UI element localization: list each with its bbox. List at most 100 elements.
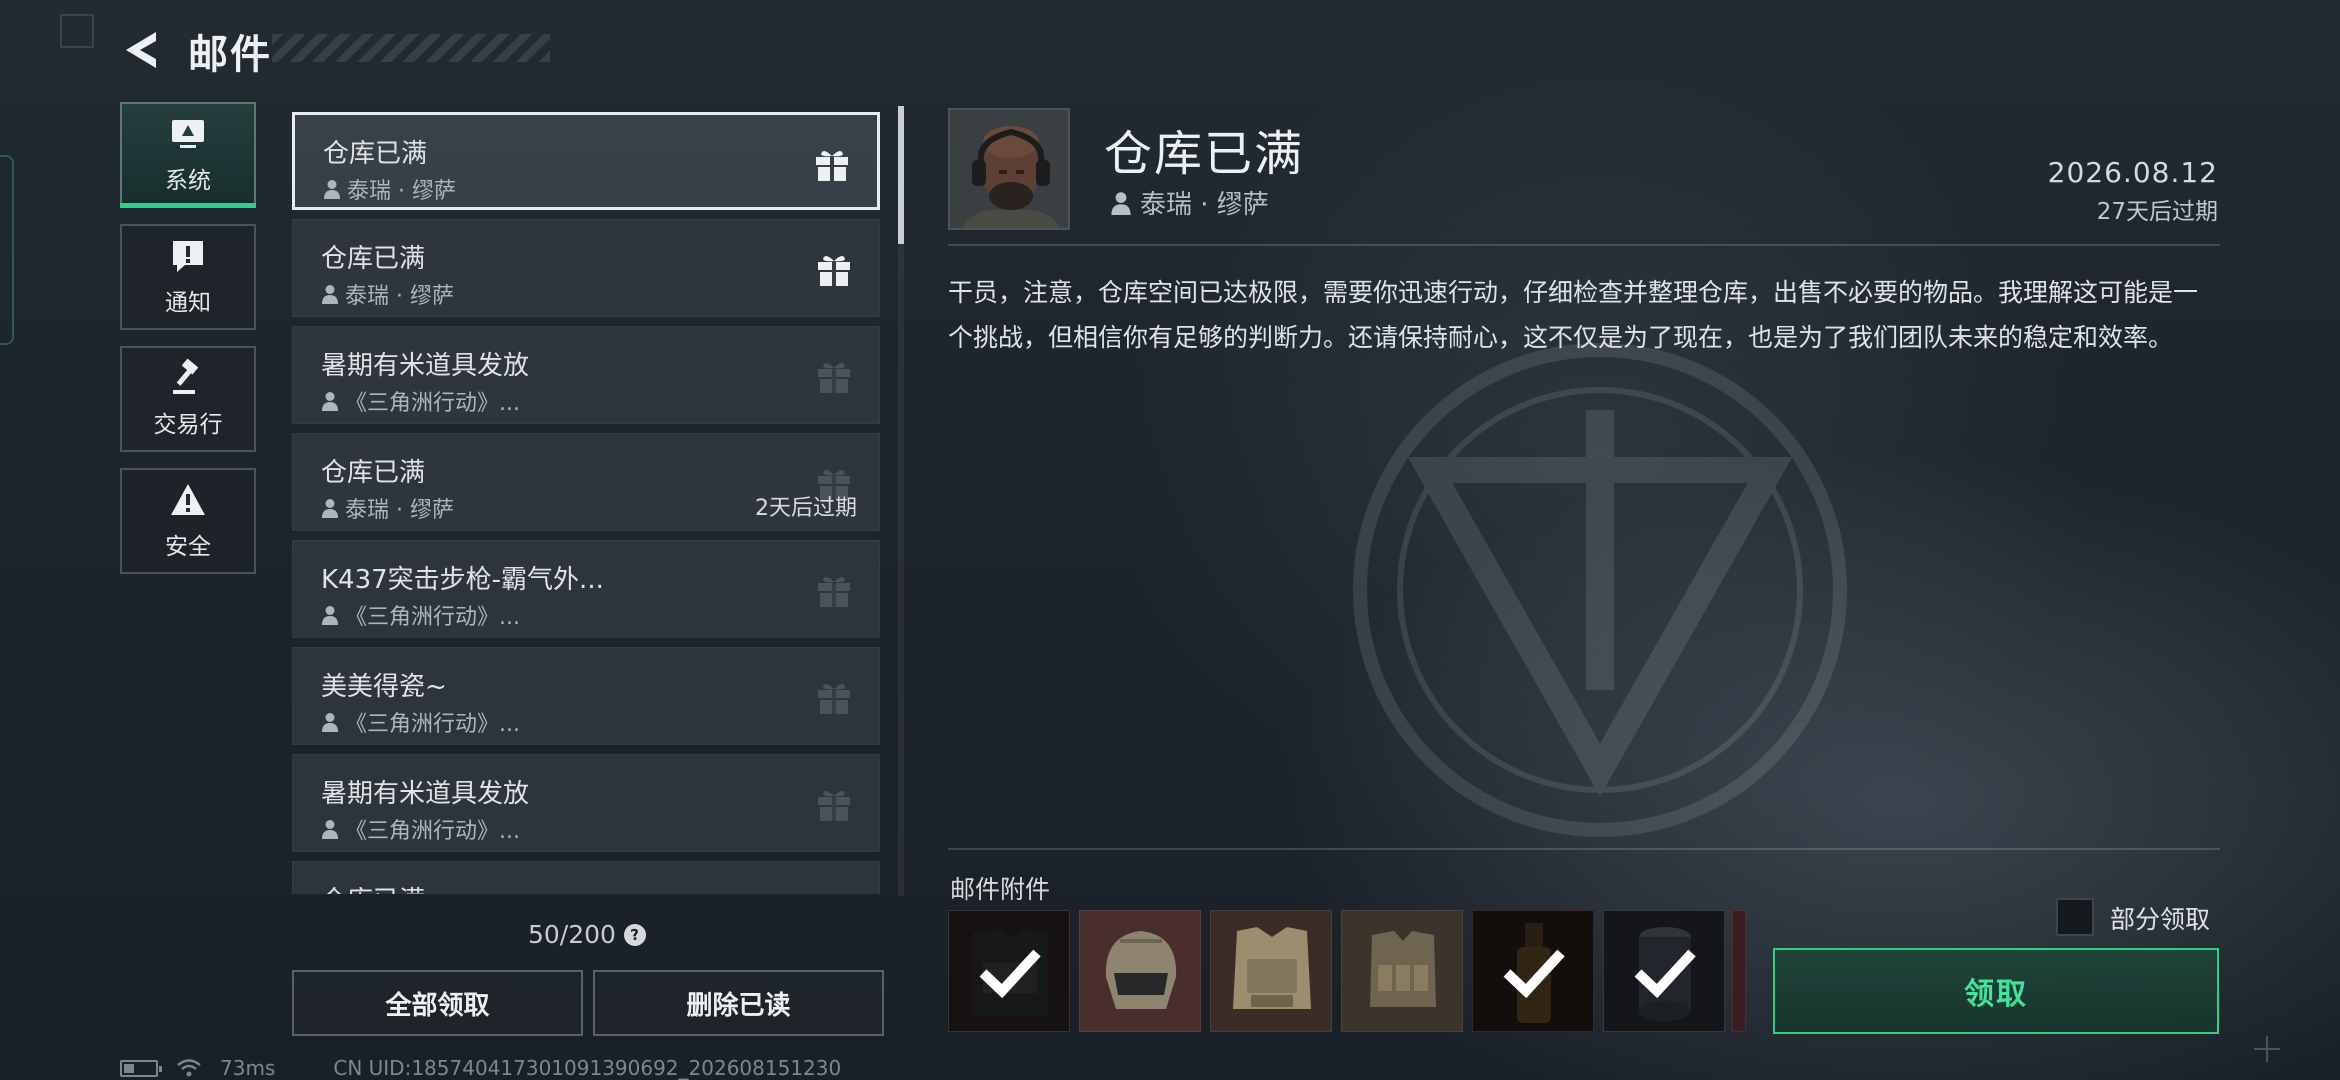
battery-icon: [120, 1059, 162, 1077]
gavel-icon: [173, 359, 199, 394]
attachments-divider: [948, 848, 2220, 850]
attachment-item-chest-rig[interactable]: [1341, 910, 1463, 1032]
person-icon: [322, 606, 338, 625]
mail-item-sender: 《三角洲行动》...: [321, 599, 520, 631]
person-icon: [322, 820, 338, 839]
mail-item[interactable]: 暑期有米道具发放《三角洲行动》...: [292, 326, 880, 424]
list-scrollbar-thumb[interactable]: [898, 106, 904, 244]
plus-corner-icon: [2254, 1036, 2280, 1062]
attachment-item-canister[interactable]: [1603, 910, 1725, 1032]
attachment-item-helmet[interactable]: [1079, 910, 1201, 1032]
mail-item-sender: 泰瑞 · 缪萨: [321, 278, 454, 310]
mail-item-title: K437突击步枪-霸气外...: [321, 565, 604, 595]
gift-icon: [815, 250, 853, 288]
uid-text: CN UID:185740417301091390692_20260815123…: [333, 1056, 842, 1080]
gift-icon: [813, 145, 851, 183]
tab-notice-label: 通知: [165, 290, 211, 316]
mail-item[interactable]: 仓库已满: [292, 861, 880, 894]
back-arrow-icon: [126, 32, 156, 68]
gift-icon: [815, 571, 853, 609]
alert-message-icon: [173, 241, 203, 272]
tab-security[interactable]: 安全: [120, 468, 256, 574]
warning-triangle-icon: [171, 484, 205, 515]
title-decoration: [272, 34, 550, 62]
detail-date: 2026.08.12: [2047, 156, 2218, 189]
attachment-item-vest[interactable]: [1210, 910, 1332, 1032]
helmet-icon: [1105, 931, 1177, 1009]
mail-item[interactable]: 美美得瓷~ 《三角洲行动》...: [292, 647, 880, 745]
mail-item-sender-name: 泰瑞 · 缪萨: [345, 498, 454, 523]
person-icon: [322, 285, 338, 304]
mail-item-title: 美美得瓷~: [321, 672, 447, 702]
ballistic-vest-icon: [1233, 927, 1311, 1009]
monitor-icon: [172, 120, 204, 148]
partial-claim-label: 部分领取: [2110, 905, 2211, 934]
detail-sender-name: 泰瑞 · 缪萨: [1140, 190, 1269, 220]
tab-trading[interactable]: 交易行: [120, 346, 256, 452]
mail-item-sender-name: 泰瑞 · 缪萨: [345, 284, 454, 309]
person-icon: [322, 713, 338, 732]
mail-item-title: 仓库已满: [321, 880, 425, 894]
mail-list[interactable]: 仓库已满 泰瑞 · 缪萨 仓库已满 泰瑞 · 缪萨 暑期有米道具发放 《三角洲行动》...…: [292, 112, 880, 894]
claim-all-button[interactable]: 全部领取: [292, 970, 583, 1036]
attachment-item-partial[interactable]: [1732, 910, 1746, 1032]
detail-sender: 泰瑞 · 缪萨: [1110, 184, 1269, 221]
person-icon: [322, 499, 338, 518]
mail-item-title: 暑期有米道具发放: [321, 779, 530, 809]
mail-item[interactable]: 仓库已满泰瑞 · 缪萨: [292, 112, 880, 210]
delete-read-button[interactable]: 删除已读: [593, 970, 884, 1036]
side-drawer-handle[interactable]: [0, 155, 14, 345]
mail-item-sender: 《三角洲行动》...: [321, 385, 520, 417]
tab-system-label: 系统: [165, 168, 211, 194]
mail-item-sender: 《三角洲行动》...: [321, 706, 520, 738]
mail-count: 50/200 ?: [528, 920, 648, 949]
attachments-label: 邮件附件: [950, 875, 1051, 904]
mail-count-value: 50/200: [528, 920, 616, 949]
mail-item-title: 仓库已满: [323, 139, 428, 169]
gift-icon: [815, 892, 853, 894]
detail-title: 仓库已满: [1104, 126, 1305, 182]
person-icon: [324, 180, 340, 199]
mail-item[interactable]: 仓库已满泰瑞 · 缪萨 2天后过期: [292, 433, 880, 531]
claim-button[interactable]: 领取: [1773, 948, 2219, 1034]
sender-avatar: [948, 108, 1070, 230]
mail-item-sender: 《三角洲行动》...: [321, 813, 520, 845]
mail-item-expire: 2天后过期: [755, 496, 857, 521]
mail-item-sender-name: 《三角洲行动》...: [345, 605, 520, 630]
tab-system[interactable]: 系统: [120, 102, 256, 208]
help-icon[interactable]: ?: [622, 922, 648, 947]
claimed-check-icon: [949, 911, 1069, 1031]
detail-expire: 27天后过期: [2096, 199, 2218, 225]
mail-item-sender: 泰瑞 · 缪萨: [321, 492, 454, 524]
mail-item-title: 暑期有米道具发放: [321, 351, 530, 381]
mail-item-sender-name: 《三角洲行动》...: [345, 819, 520, 844]
page-title: 邮件: [188, 32, 272, 78]
attachment-item-bottle[interactable]: [1472, 910, 1594, 1032]
tab-trading-label: 交易行: [153, 412, 223, 438]
ping-value: 73ms: [220, 1056, 276, 1080]
claimed-check-icon: [1604, 911, 1724, 1031]
tab-security-label: 安全: [165, 534, 211, 560]
chest-rig-icon: [1370, 931, 1436, 1007]
tab-notice[interactable]: 通知: [120, 224, 256, 330]
person-icon: [1111, 191, 1131, 215]
detail-body: 干员，注意，仓库空间已达极限，需要你迅速行动，仔细检查并整理仓库，出售不必要的物…: [948, 278, 2199, 352]
mail-item-title: 仓库已满: [321, 458, 426, 488]
mail-item-title: 仓库已满: [321, 244, 426, 274]
status-bar: 73ms CN UID:185740417301091390692_202608…: [120, 1056, 841, 1080]
person-icon: [322, 392, 338, 411]
attachment-item-body-armor[interactable]: [948, 910, 1070, 1032]
mail-item-sender: 泰瑞 · 缪萨: [323, 173, 456, 205]
mail-item[interactable]: K437突击步枪-霸气外... 《三角洲行动》...: [292, 540, 880, 638]
mail-item-sender-name: 《三角洲行动》...: [345, 391, 520, 416]
corner-frame: [60, 14, 94, 48]
claimed-check-icon: [1473, 911, 1593, 1031]
back-button[interactable]: [120, 28, 164, 72]
mail-item[interactable]: 仓库已满泰瑞 · 缪萨: [292, 219, 880, 317]
mail-item[interactable]: 暑期有米道具发放《三角洲行动》...: [292, 754, 880, 852]
mail-item-sender-name: 泰瑞 · 缪萨: [347, 179, 456, 204]
mail-item-sender-name: 《三角洲行动》...: [345, 712, 520, 737]
gift-icon: [815, 678, 853, 716]
gift-icon: [815, 357, 853, 395]
partial-claim-checkbox[interactable]: [2056, 898, 2094, 936]
